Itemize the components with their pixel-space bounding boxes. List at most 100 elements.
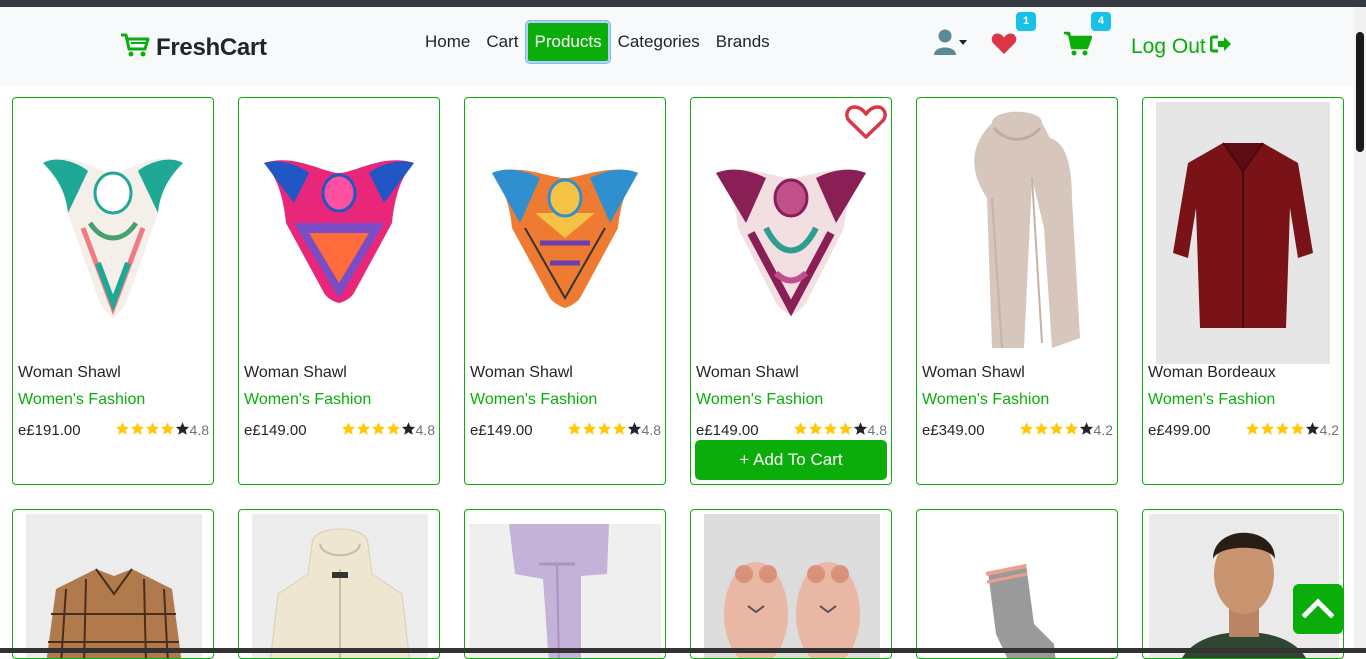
star-icon <box>130 421 145 439</box>
chevron-up-icon <box>1301 596 1335 623</box>
star-icon <box>386 421 401 439</box>
star-icon <box>175 421 190 439</box>
star-icon <box>1305 421 1320 439</box>
product-category[interactable]: Women's Fashion <box>922 391 1049 409</box>
product-title: Woman Shawl <box>696 364 799 381</box>
product-image <box>469 524 661 658</box>
product-category[interactable]: Women's Fashion <box>1148 391 1275 409</box>
scrollbar-thumb[interactable] <box>1356 32 1364 152</box>
product-title: Woman Shawl <box>470 364 573 381</box>
product-image <box>930 514 1106 658</box>
product-card[interactable]: Woman Shawl Women's Fashion e£191.00 4.8 <box>12 97 214 485</box>
product-category[interactable]: Women's Fashion <box>470 391 597 409</box>
bottom-edge <box>0 648 1366 653</box>
star-icon <box>1245 421 1260 439</box>
product-image <box>1149 102 1337 364</box>
star-icon <box>1049 421 1064 439</box>
star-icon <box>1034 421 1049 439</box>
star-icon <box>808 421 823 439</box>
cart-link[interactable] <box>1064 31 1093 62</box>
star-icon <box>1079 421 1094 439</box>
product-rating: 4.8 <box>793 421 887 439</box>
heart-outline-icon <box>845 105 887 144</box>
product-image <box>245 102 433 364</box>
product-price: e£499.00 <box>1148 422 1211 439</box>
product-image <box>923 102 1111 364</box>
star-icon <box>627 421 642 439</box>
cart-shopping-icon <box>120 32 150 63</box>
star-icon <box>823 421 838 439</box>
rating-value: 4.8 <box>415 422 435 438</box>
star-icon <box>401 421 416 439</box>
star-icon <box>612 421 627 439</box>
star-icon <box>838 421 853 439</box>
page-scrollbar[interactable] <box>1354 7 1366 653</box>
product-rating: 4.2 <box>1019 421 1113 439</box>
brand-logo[interactable]: FreshCart <box>120 32 267 63</box>
product-category[interactable]: Women's Fashion <box>696 391 823 409</box>
product-price: e£149.00 <box>244 422 307 439</box>
star-icon <box>793 421 808 439</box>
nav-link-home[interactable]: Home <box>417 21 478 63</box>
nav-links: Home Cart Products Categories Brands <box>417 21 778 63</box>
product-image <box>471 102 659 364</box>
nav-link-categories[interactable]: Categories <box>610 21 708 63</box>
star-icon <box>356 421 371 439</box>
star-icon <box>567 421 582 439</box>
product-card[interactable] <box>690 509 892 659</box>
product-card[interactable]: Woman Shawl Women's Fashion e£349.00 4.2 <box>916 97 1118 485</box>
star-icon <box>145 421 160 439</box>
product-card[interactable] <box>238 509 440 659</box>
nav-link-cart[interactable]: Cart <box>478 21 526 63</box>
heart-icon <box>991 33 1017 59</box>
product-rating: 4.8 <box>567 421 661 439</box>
logout-button[interactable]: Log Out <box>1131 35 1232 59</box>
add-to-cart-button[interactable]: + Add To Cart <box>695 440 887 480</box>
product-image <box>19 102 207 364</box>
star-icon <box>115 421 130 439</box>
star-icon <box>1275 421 1290 439</box>
product-card[interactable]: Woman Shawl Women's Fashion e£149.00 4.8 + A… <box>690 97 892 485</box>
product-title: Woman Shawl <box>922 364 1025 381</box>
product-title: Woman Shawl <box>18 364 121 381</box>
cart-count-badge: 4 <box>1091 12 1111 31</box>
add-to-wishlist-button[interactable] <box>845 104 887 145</box>
star-icon <box>1019 421 1034 439</box>
product-price: e£149.00 <box>696 422 759 439</box>
star-icon <box>160 421 175 439</box>
product-price: e£191.00 <box>18 422 81 439</box>
product-rating: 4.8 <box>341 421 435 439</box>
logout-label: Log Out <box>1131 35 1206 58</box>
wishlist-link[interactable] <box>991 32 1017 60</box>
nav-link-products[interactable]: Products <box>526 21 610 63</box>
product-card[interactable]: Woman Shawl Women's Fashion e£149.00 4.8 <box>464 97 666 485</box>
product-image <box>704 514 880 658</box>
product-price: e£349.00 <box>922 422 985 439</box>
product-card[interactable]: Woman Bordeaux Women's Fashion e£499.00 4.2 <box>1142 97 1344 485</box>
rating-value: 4.8 <box>641 422 661 438</box>
product-category[interactable]: Women's Fashion <box>18 391 145 409</box>
nav-link-brands[interactable]: Brands <box>708 21 778 63</box>
cart-icon <box>1064 31 1093 61</box>
product-rating: 4.8 <box>115 421 209 439</box>
product-card[interactable] <box>12 509 214 659</box>
product-category[interactable]: Women's Fashion <box>244 391 371 409</box>
star-icon <box>1064 421 1079 439</box>
product-title: Woman Shawl <box>244 364 347 381</box>
product-title: Woman Bordeaux <box>1148 364 1276 381</box>
star-icon <box>1290 421 1305 439</box>
user-menu-dropdown[interactable] <box>934 28 968 61</box>
product-card[interactable] <box>916 509 1118 659</box>
star-icon <box>853 421 868 439</box>
star-icon <box>1260 421 1275 439</box>
product-card[interactable]: Woman Shawl Women's Fashion e£149.00 4.8 <box>238 97 440 485</box>
rating-value: 4.8 <box>189 422 209 438</box>
star-icon <box>597 421 612 439</box>
rating-value: 4.2 <box>1093 422 1113 438</box>
wishlist-count-badge: 1 <box>1016 12 1036 31</box>
star-icon <box>582 421 597 439</box>
scroll-to-top-button[interactable] <box>1293 584 1343 634</box>
product-card[interactable] <box>464 509 666 659</box>
brand-name: FreshCart <box>156 33 267 61</box>
user-icon <box>934 29 968 60</box>
